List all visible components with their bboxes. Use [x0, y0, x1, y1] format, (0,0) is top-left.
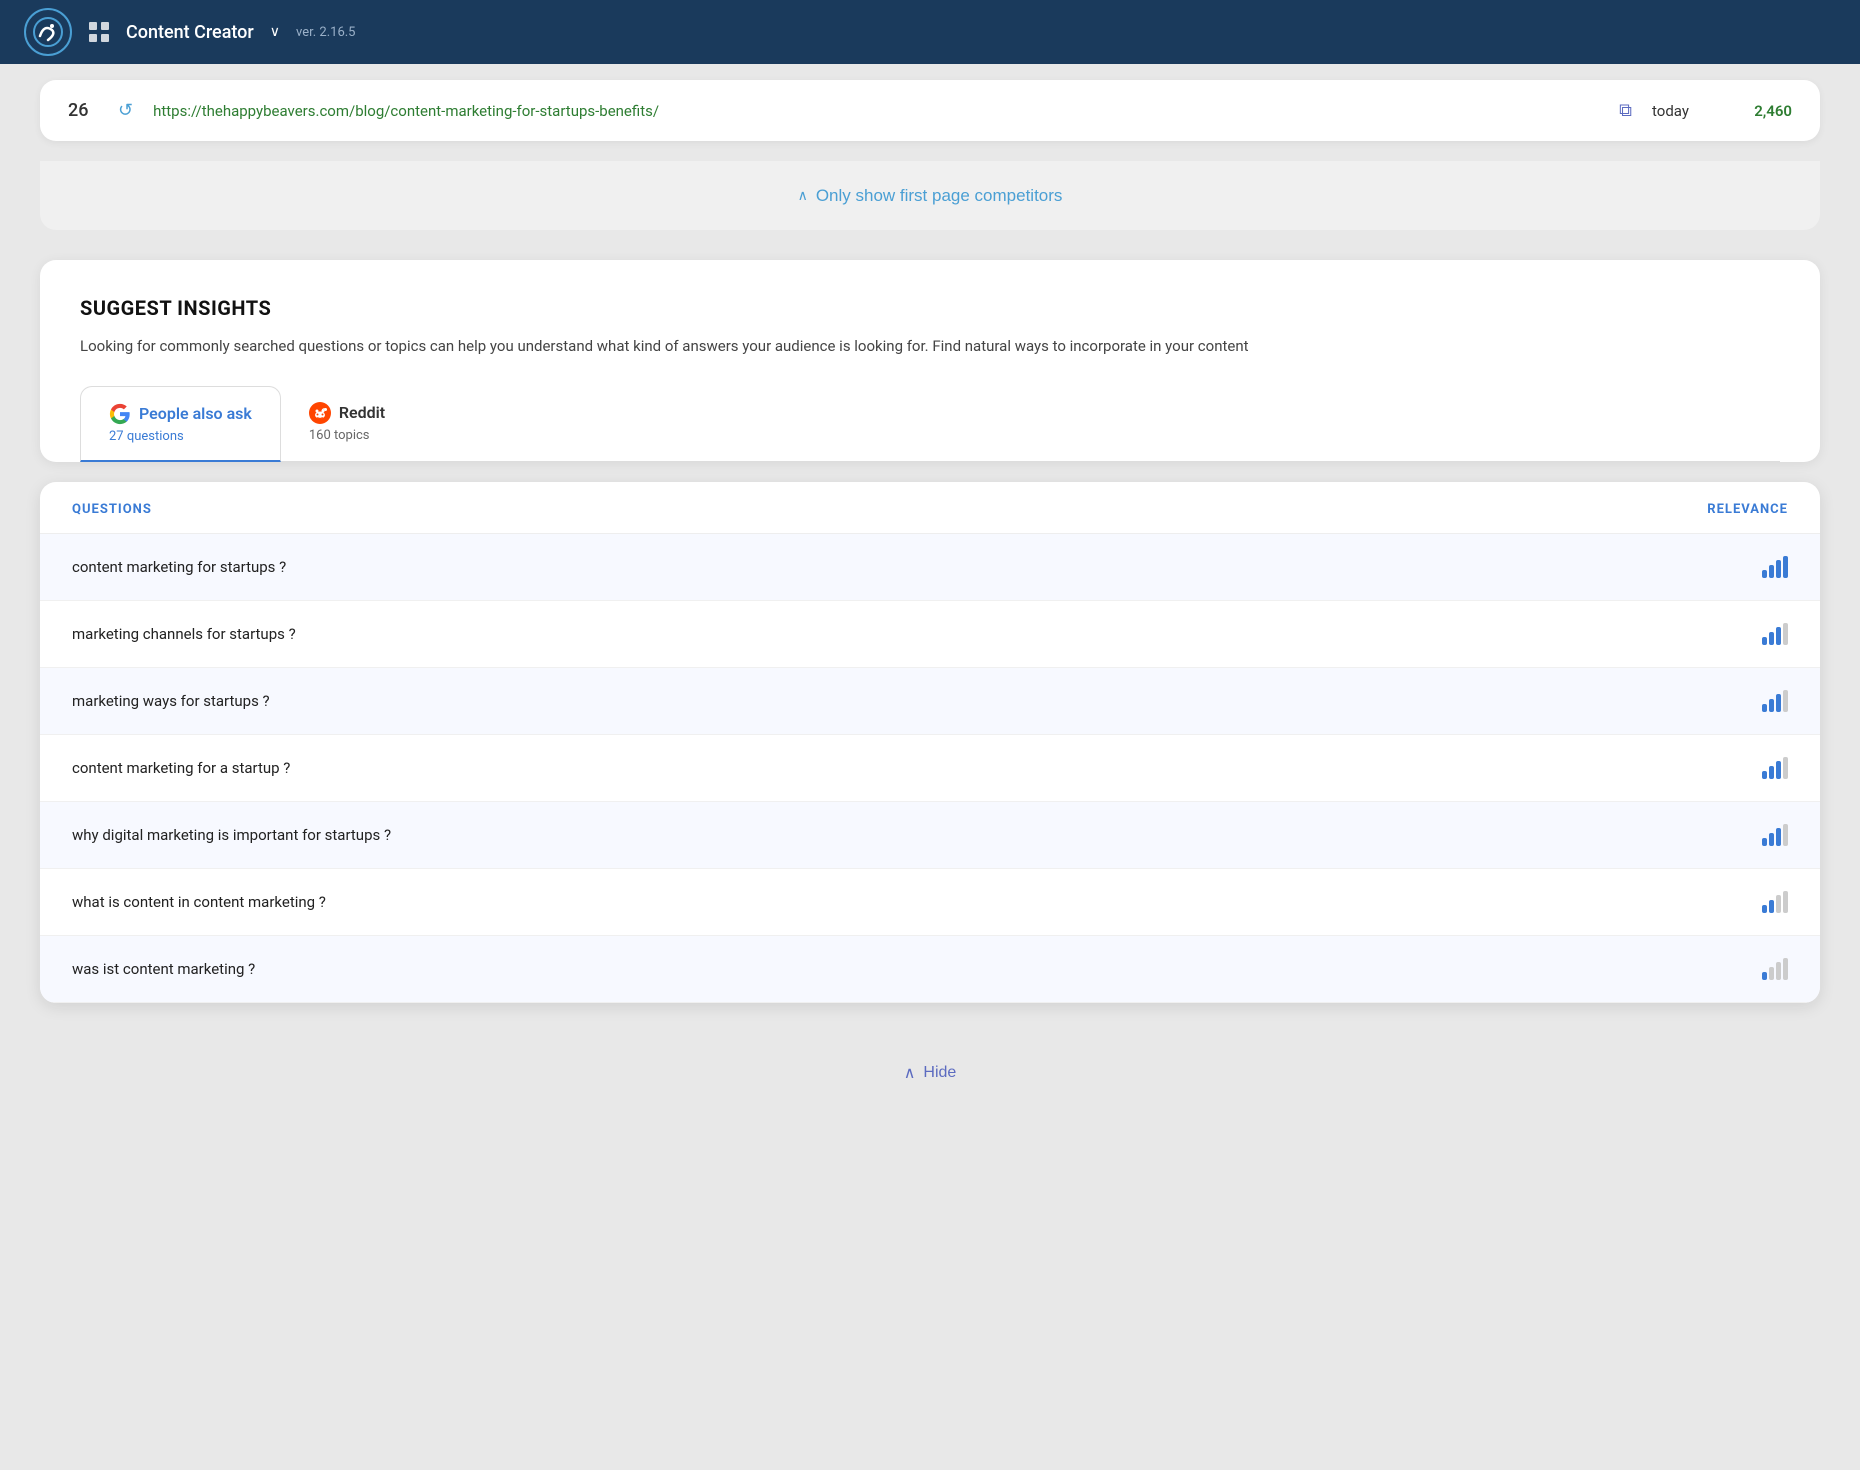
- question-text: content marketing for a startup ?: [72, 759, 290, 777]
- hide-label: Hide: [923, 1064, 956, 1082]
- url-arrow-icon: ↺: [118, 100, 133, 121]
- header-chevron-icon[interactable]: ∨: [270, 24, 280, 40]
- question-text: marketing ways for startups ?: [72, 692, 270, 710]
- tab-people-also-ask-label: People also ask: [139, 404, 252, 423]
- question-row[interactable]: why digital marketing is important for s…: [40, 802, 1820, 869]
- question-row[interactable]: content marketing for startups ?: [40, 534, 1820, 601]
- questions-panel: QUESTIONS RELEVANCE content marketing fo…: [40, 482, 1820, 1003]
- hide-chevron-icon: ∧: [904, 1063, 916, 1083]
- hide-button-container: ∧ Hide: [0, 1043, 1860, 1103]
- logo[interactable]: [24, 8, 72, 56]
- hide-button[interactable]: ∧ Hide: [904, 1063, 957, 1083]
- app-title: Content Creator: [126, 22, 254, 43]
- version-label: ver. 2.16.5: [296, 25, 355, 40]
- competitors-section: ∧ Only show first page competitors: [40, 161, 1820, 230]
- reddit-icon: [309, 402, 331, 424]
- google-icon: [109, 403, 131, 425]
- relevance-bars: [1762, 690, 1788, 712]
- question-row[interactable]: was ist content marketing ?: [40, 936, 1820, 1003]
- relevance-column-header: RELEVANCE: [1707, 502, 1788, 517]
- tab-reddit-label: Reddit: [339, 403, 385, 422]
- app-header: Content Creator ∨ ver. 2.16.5: [0, 0, 1860, 64]
- copy-icon[interactable]: ⧉: [1619, 100, 1632, 121]
- tab-reddit-count: 160 topics: [309, 428, 370, 443]
- question-text: what is content in content marketing ?: [72, 893, 326, 911]
- question-row[interactable]: marketing channels for startups ?: [40, 601, 1820, 668]
- question-text: marketing channels for startups ?: [72, 625, 296, 643]
- app-icon-grid: [88, 21, 110, 43]
- show-competitors-button[interactable]: ∧ Only show first page competitors: [798, 186, 1063, 206]
- relevance-bars: [1762, 958, 1788, 980]
- relevance-bars: [1762, 757, 1788, 779]
- tab-reddit[interactable]: Reddit 160 topics: [281, 386, 413, 461]
- url-count: 2,460: [1732, 102, 1792, 120]
- relevance-bars: [1762, 556, 1788, 578]
- insights-description: Looking for commonly searched questions …: [80, 334, 1780, 358]
- show-competitors-label: Only show first page competitors: [816, 186, 1063, 206]
- insights-tabs: People also ask 27 questions: [80, 386, 1780, 462]
- questions-column-header: QUESTIONS: [72, 502, 152, 517]
- questions-panel-header: QUESTIONS RELEVANCE: [40, 482, 1820, 534]
- questions-list[interactable]: content marketing for startups ? marketin…: [40, 534, 1820, 1003]
- relevance-bars: [1762, 891, 1788, 913]
- question-text: was ist content marketing ?: [72, 960, 255, 978]
- url-date: today: [1652, 102, 1712, 120]
- chevron-up-icon: ∧: [798, 187, 808, 204]
- question-text: why digital marketing is important for s…: [72, 826, 391, 844]
- url-row-card: 26 ↺ https://thehappybeavers.com/blog/co…: [40, 80, 1820, 141]
- url-link[interactable]: https://thehappybeavers.com/blog/content…: [153, 102, 1599, 120]
- url-row-number: 26: [68, 100, 98, 121]
- question-row[interactable]: what is content in content marketing ?: [40, 869, 1820, 936]
- insights-title: SUGGEST INSIGHTS: [80, 296, 1780, 320]
- insights-section: SUGGEST INSIGHTS Looking for commonly se…: [40, 260, 1820, 462]
- tab-people-also-ask-count: 27 questions: [109, 429, 184, 444]
- question-row[interactable]: content marketing for a startup ?: [40, 735, 1820, 802]
- relevance-bars: [1762, 824, 1788, 846]
- relevance-bars: [1762, 623, 1788, 645]
- question-row[interactable]: marketing ways for startups ?: [40, 668, 1820, 735]
- tab-people-also-ask[interactable]: People also ask 27 questions: [80, 386, 281, 462]
- question-text: content marketing for startups ?: [72, 558, 286, 576]
